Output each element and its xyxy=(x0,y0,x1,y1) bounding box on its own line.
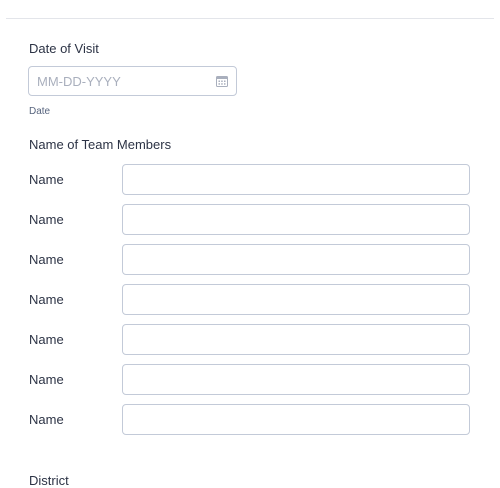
name-label-1: Name xyxy=(29,172,64,187)
name-input-2[interactable] xyxy=(122,204,470,235)
name-input-4[interactable] xyxy=(122,284,470,315)
date-sublabel: Date xyxy=(29,106,51,117)
name-input-7[interactable] xyxy=(122,404,470,435)
name-input-3[interactable] xyxy=(122,244,470,275)
name-label-6: Name xyxy=(29,372,64,387)
name-input-6[interactable] xyxy=(122,364,470,395)
date-of-visit-field[interactable] xyxy=(28,66,237,96)
top-divider xyxy=(6,18,494,19)
name-label-2: Name xyxy=(29,212,64,227)
district-label: District xyxy=(29,473,69,488)
date-of-visit-label: Date of Visit xyxy=(29,41,99,56)
calendar-icon[interactable] xyxy=(216,75,228,87)
name-label-4: Name xyxy=(29,292,64,307)
name-label-5: Name xyxy=(29,332,64,347)
name-input-5[interactable] xyxy=(122,324,470,355)
name-label-3: Name xyxy=(29,252,64,267)
team-members-label: Name of Team Members xyxy=(29,137,172,152)
name-input-1[interactable] xyxy=(122,164,470,195)
name-label-7: Name xyxy=(29,412,64,427)
date-of-visit-input[interactable] xyxy=(29,67,209,95)
